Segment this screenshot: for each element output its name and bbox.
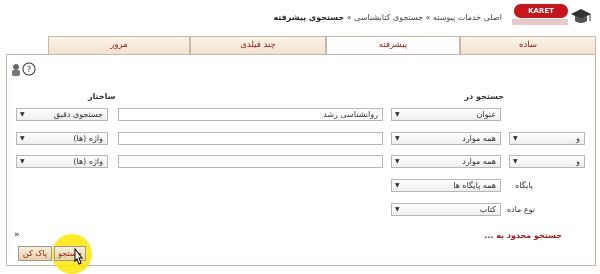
search-in-label: جستجو در bbox=[464, 92, 504, 101]
query-input-2[interactable] bbox=[118, 132, 383, 145]
site-logo: KARET bbox=[506, 4, 594, 30]
clear-button[interactable]: پاک کن bbox=[18, 246, 52, 261]
breadcrumb-current: جستجوی پیشرفته bbox=[273, 13, 345, 22]
dropdown-arrow-icon: ▼ bbox=[395, 158, 400, 165]
dropdown-arrow-icon: ▼ bbox=[513, 135, 518, 142]
tab-advanced[interactable]: پیشرفته bbox=[326, 36, 460, 55]
field-select-2[interactable]: همه موارد ▼ bbox=[391, 132, 501, 145]
tab-multi-field[interactable]: چند فیلدی bbox=[190, 36, 326, 54]
structure-select-1[interactable]: جستجوی دقیق ▼ bbox=[16, 108, 108, 121]
limit-search-link[interactable]: جستجو محدود به ... bbox=[484, 231, 562, 240]
database-label: پایگاه bbox=[515, 181, 533, 190]
dropdown-arrow-icon: ▼ bbox=[395, 206, 400, 213]
svg-text:?: ? bbox=[27, 65, 31, 74]
material-type-label: نوع ماده bbox=[506, 205, 535, 214]
field-select-1[interactable]: عنوان ▼ bbox=[391, 108, 501, 121]
dropdown-arrow-icon: ▼ bbox=[20, 135, 25, 142]
mouse-cursor-icon bbox=[74, 247, 84, 265]
operator-select-2[interactable]: و ▼ bbox=[509, 132, 585, 145]
field-select-3[interactable]: همه موارد ▼ bbox=[391, 155, 501, 168]
dropdown-arrow-icon: ▼ bbox=[20, 111, 25, 118]
logo-subtext bbox=[512, 19, 568, 25]
tab-browse[interactable]: مرور bbox=[48, 36, 190, 54]
material-type-select[interactable]: کتاب ▼ bbox=[391, 203, 501, 216]
operator-select-3[interactable]: و ▼ bbox=[509, 155, 585, 168]
dropdown-arrow-icon: ▼ bbox=[395, 111, 400, 118]
graduation-cap-icon bbox=[571, 9, 591, 23]
query-input-1[interactable]: روانشناسی رشد bbox=[118, 108, 383, 121]
logo-text: KARET bbox=[514, 4, 568, 18]
structure-select-3[interactable]: واژه (ها) ▼ bbox=[16, 155, 108, 168]
database-select[interactable]: همه پایگاه ها ▼ bbox=[391, 179, 501, 192]
double-chevron-down-icon[interactable]: » bbox=[14, 230, 20, 240]
dropdown-arrow-icon: ▼ bbox=[395, 135, 400, 142]
structure-select-2[interactable]: واژه (ها) ▼ bbox=[16, 132, 108, 145]
help-icon: ? bbox=[22, 62, 36, 76]
breadcrumb: اصلی خدمات پیوسته » جستجوی کتابشناسی » ج… bbox=[273, 13, 502, 22]
dropdown-arrow-icon: ▼ bbox=[395, 182, 400, 189]
tab-simple[interactable]: ساده bbox=[460, 36, 596, 54]
help-icons: ? bbox=[12, 62, 36, 76]
dropdown-arrow-icon: ▼ bbox=[513, 158, 518, 165]
tab-bar: ساده پیشرفته چند فیلدی مرور bbox=[48, 36, 596, 55]
structure-label: ساختار bbox=[88, 92, 116, 101]
user-question-icon bbox=[12, 64, 20, 76]
query-input-3[interactable] bbox=[118, 155, 383, 168]
breadcrumb-path: اصلی خدمات پیوسته » جستجوی کتابشناسی » bbox=[346, 13, 502, 22]
dropdown-arrow-icon: ▼ bbox=[20, 158, 25, 165]
